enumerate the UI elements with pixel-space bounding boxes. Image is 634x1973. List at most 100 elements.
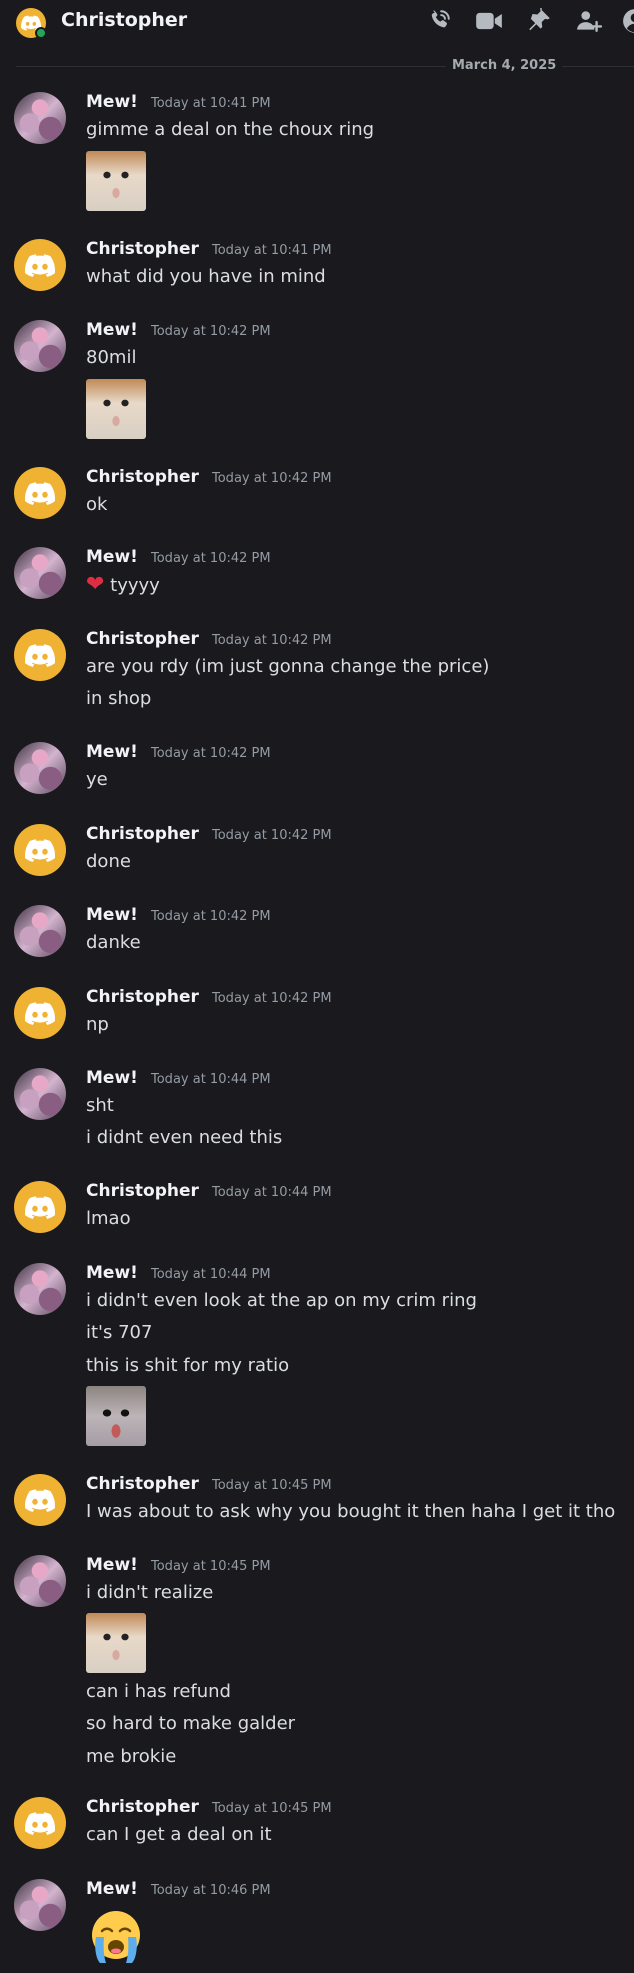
avatar[interactable] xyxy=(14,1181,66,1233)
message-text: what did you have in mind xyxy=(86,266,326,287)
message-header: Mew! Today at 10:45 PM xyxy=(86,1555,271,1575)
message-header: Christopher Today at 10:42 PM xyxy=(86,629,332,649)
author-name[interactable]: Mew! xyxy=(86,742,138,762)
discord-logo-icon xyxy=(25,481,55,505)
message-text: danke xyxy=(86,932,141,953)
message-text: lmao xyxy=(86,1208,131,1229)
author-name[interactable]: Christopher xyxy=(86,1797,199,1817)
discord-logo-icon xyxy=(25,1195,55,1219)
avatar[interactable] xyxy=(14,905,66,957)
crying-cat-photo-image[interactable] xyxy=(86,1386,146,1446)
timestamp: Today at 10:42 PM xyxy=(151,324,271,339)
author-name[interactable]: Mew! xyxy=(86,320,138,340)
avatar[interactable] xyxy=(14,1879,66,1931)
message-text: it's 707 xyxy=(86,1322,153,1343)
timestamp: Today at 10:42 PM xyxy=(212,633,332,648)
author-name[interactable]: Mew! xyxy=(86,905,138,925)
author-name[interactable]: Christopher xyxy=(86,1181,199,1201)
cat-photo-image[interactable] xyxy=(86,1613,146,1673)
message-header: Christopher Today at 10:44 PM xyxy=(86,1181,332,1201)
discord-logo-icon xyxy=(25,1001,55,1025)
avatar[interactable] xyxy=(14,92,66,144)
message-header: Mew! Today at 10:42 PM xyxy=(86,320,271,340)
message-text: sht xyxy=(86,1095,114,1116)
cat-photo-image[interactable] xyxy=(86,151,146,211)
author-name[interactable]: Christopher xyxy=(86,629,199,649)
timestamp: Today at 10:45 PM xyxy=(151,1559,271,1574)
message-text: 80mil xyxy=(86,347,137,368)
message-text: in shop xyxy=(86,688,152,709)
message-text: can i has refund xyxy=(86,1681,231,1702)
avatar[interactable] xyxy=(14,1474,66,1526)
avatar[interactable] xyxy=(14,1555,66,1607)
author-name[interactable]: Mew! xyxy=(86,547,138,567)
avatar[interactable] xyxy=(14,547,66,599)
online-status-icon xyxy=(35,27,47,39)
timestamp: Today at 10:42 PM xyxy=(212,471,332,486)
timestamp: Today at 10:45 PM xyxy=(212,1478,332,1493)
author-name[interactable]: Christopher xyxy=(86,239,199,259)
message-text: I was about to ask why you bought it the… xyxy=(86,1501,616,1522)
message-text: np xyxy=(86,1014,109,1035)
message-header: Christopher Today at 10:42 PM xyxy=(86,987,332,1007)
message-header: Mew! Today at 10:44 PM xyxy=(86,1263,271,1283)
message-text: ❤ tyyyy xyxy=(86,572,160,597)
message-text: ok xyxy=(86,494,108,515)
avatar[interactable] xyxy=(14,987,66,1039)
header-title: Christopher xyxy=(61,9,188,31)
date-divider-label: March 4, 2025 xyxy=(446,58,563,73)
message-header: Mew! Today at 10:44 PM xyxy=(86,1068,271,1088)
add-friend-icon[interactable] xyxy=(574,6,604,36)
timestamp: Today at 10:44 PM xyxy=(212,1185,332,1200)
message-text: gimme a deal on the choux ring xyxy=(86,119,375,140)
message-text: i didnt even need this xyxy=(86,1127,283,1148)
author-name[interactable]: Mew! xyxy=(86,92,138,112)
timestamp: Today at 10:44 PM xyxy=(151,1267,271,1282)
message-header: Christopher Today at 10:45 PM xyxy=(86,1797,332,1817)
author-name[interactable]: Christopher xyxy=(86,467,199,487)
avatar[interactable] xyxy=(14,320,66,372)
avatar[interactable] xyxy=(14,824,66,876)
message-text: can I get a deal on it xyxy=(86,1824,272,1845)
timestamp: Today at 10:41 PM xyxy=(212,243,332,258)
message-header: Mew! Today at 10:42 PM xyxy=(86,547,271,567)
avatar[interactable] xyxy=(14,1068,66,1120)
timestamp: Today at 10:42 PM xyxy=(151,746,271,761)
author-name[interactable]: Christopher xyxy=(86,824,199,844)
avatar[interactable] xyxy=(14,1263,66,1315)
timestamp: Today at 10:42 PM xyxy=(212,991,332,1006)
timestamp: Today at 10:42 PM xyxy=(151,909,271,924)
red-heart-icon: ❤ xyxy=(86,572,105,597)
author-name[interactable]: Mew! xyxy=(86,1555,138,1575)
timestamp: Today at 10:42 PM xyxy=(151,551,271,566)
avatar[interactable] xyxy=(14,742,66,794)
profile-icon[interactable] xyxy=(620,6,634,36)
message-header: Mew! Today at 10:42 PM xyxy=(86,742,271,762)
timestamp: Today at 10:41 PM xyxy=(151,96,271,111)
avatar[interactable] xyxy=(14,239,66,291)
message-text: so hard to make galder xyxy=(86,1713,296,1734)
message-text: i didn't realize xyxy=(86,1582,214,1603)
author-name[interactable]: Christopher xyxy=(86,987,199,1007)
message-text: done xyxy=(86,851,131,872)
avatar[interactable] xyxy=(14,1797,66,1849)
pin-icon[interactable] xyxy=(524,6,554,36)
phone-call-icon[interactable] xyxy=(424,6,454,36)
cat-photo-image[interactable] xyxy=(86,379,146,439)
video-camera-icon[interactable] xyxy=(474,6,504,36)
avatar[interactable] xyxy=(14,467,66,519)
discord-logo-icon xyxy=(25,253,55,277)
timestamp: Today at 10:46 PM xyxy=(151,1883,271,1898)
message-header: Mew! Today at 10:42 PM xyxy=(86,905,271,925)
timestamp: Today at 10:45 PM xyxy=(212,1801,332,1816)
author-name[interactable]: Christopher xyxy=(86,1474,199,1494)
loudly-crying-face-icon xyxy=(92,1911,140,1963)
dm-header: Christopher xyxy=(0,0,634,48)
author-name[interactable]: Mew! xyxy=(86,1263,138,1283)
timestamp: Today at 10:44 PM xyxy=(151,1072,271,1087)
message-header: Christopher Today at 10:41 PM xyxy=(86,239,332,259)
avatar[interactable] xyxy=(14,629,66,681)
discord-logo-icon xyxy=(25,1488,55,1512)
author-name[interactable]: Mew! xyxy=(86,1068,138,1088)
author-name[interactable]: Mew! xyxy=(86,1879,138,1899)
